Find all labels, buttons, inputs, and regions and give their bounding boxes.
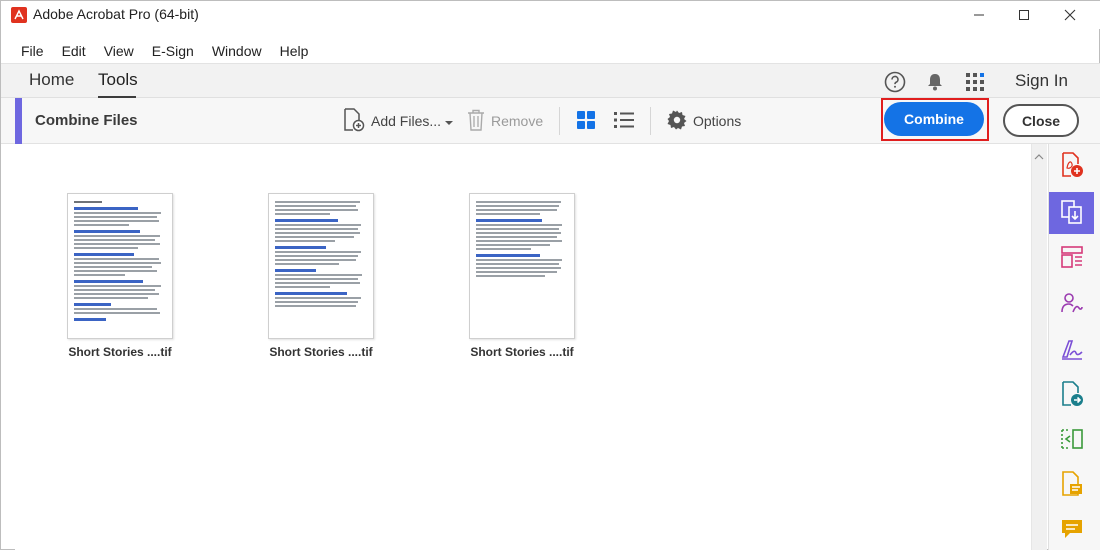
request-signature-icon[interactable]	[1049, 282, 1094, 324]
combine-files-icon[interactable]	[1049, 192, 1094, 234]
remove-label: Remove	[491, 113, 544, 129]
create-pdf-icon[interactable]	[1049, 144, 1094, 186]
thumbnail-view-button[interactable]	[577, 108, 595, 134]
sign-in-link[interactable]: Sign In	[1015, 71, 1068, 91]
menu-view[interactable]: View	[92, 41, 140, 61]
minimize-button[interactable]	[956, 1, 1002, 29]
file-name: Short Stories ....tif	[269, 345, 373, 359]
file-thumbnail[interactable]	[268, 193, 374, 339]
remove-button[interactable]: Remove	[467, 108, 543, 134]
file-name: Short Stories ....tif	[68, 345, 172, 359]
dropdown-caret-icon	[445, 113, 454, 129]
file-name: Short Stories ....tif	[470, 345, 574, 359]
list-view-button[interactable]	[614, 108, 634, 134]
add-file-icon	[343, 107, 365, 135]
gear-icon	[667, 110, 687, 133]
tab-home[interactable]: Home	[29, 70, 74, 90]
maximize-button[interactable]	[1001, 1, 1047, 29]
chevron-up-icon[interactable]	[1034, 148, 1044, 166]
options-label: Options	[693, 113, 742, 129]
help-icon[interactable]	[882, 69, 908, 95]
options-button[interactable]: Options	[667, 108, 741, 134]
combine-button[interactable]: Combine	[884, 102, 984, 136]
organize-pages-icon[interactable]	[1049, 236, 1094, 278]
title-bar: Adobe Acrobat Pro (64-bit)	[1, 1, 1100, 29]
menu-help[interactable]: Help	[268, 41, 315, 61]
file-thumbnail-area: Short Stories ....tif Short Stories ....…	[15, 144, 1031, 550]
add-files-label: Add Files...	[371, 113, 442, 129]
add-files-button[interactable]: Add Files...	[343, 107, 454, 135]
compare-icon[interactable]	[1049, 418, 1094, 460]
menu-esign[interactable]: E-Sign	[140, 41, 200, 61]
tab-tools[interactable]: Tools	[98, 70, 138, 90]
trash-icon	[467, 109, 485, 134]
tool-accent-bar	[15, 98, 22, 144]
window-title: Adobe Acrobat Pro (64-bit)	[33, 6, 199, 22]
fill-sign-icon[interactable]	[1049, 328, 1094, 370]
export-pdf-icon[interactable]	[1049, 373, 1094, 415]
toolbar-divider	[559, 107, 560, 135]
vertical-scrollbar[interactable]	[1031, 144, 1047, 550]
menu-edit[interactable]: Edit	[50, 41, 92, 61]
menu-file[interactable]: File	[1, 41, 50, 61]
tools-rail	[1048, 144, 1100, 550]
toolbar-divider	[650, 107, 651, 135]
file-thumbnail[interactable]	[67, 193, 173, 339]
close-window-button[interactable]	[1047, 1, 1093, 29]
tool-title: Combine Files	[35, 112, 138, 129]
combine-toolbar: Combine Files Add Files... Remove Option…	[1, 98, 1100, 144]
menu-bar: File Edit View E-Sign Window Help	[1, 41, 314, 61]
menu-window[interactable]: Window	[200, 41, 268, 61]
list-view-icon	[614, 111, 634, 132]
close-tool-button[interactable]: Close	[1003, 104, 1079, 137]
comment-icon[interactable]	[1049, 508, 1094, 550]
acrobat-window: Adobe Acrobat Pro (64-bit) File Edit Vie…	[0, 0, 1100, 550]
bell-icon[interactable]	[922, 69, 948, 95]
grid-view-icon	[577, 110, 595, 132]
apps-grid-icon[interactable]	[962, 69, 988, 95]
edit-pdf-icon[interactable]	[1049, 463, 1094, 505]
acrobat-logo-icon	[11, 7, 27, 23]
nav-bar: Home Tools Sign In	[1, 63, 1100, 98]
file-thumbnail[interactable]	[469, 193, 575, 339]
